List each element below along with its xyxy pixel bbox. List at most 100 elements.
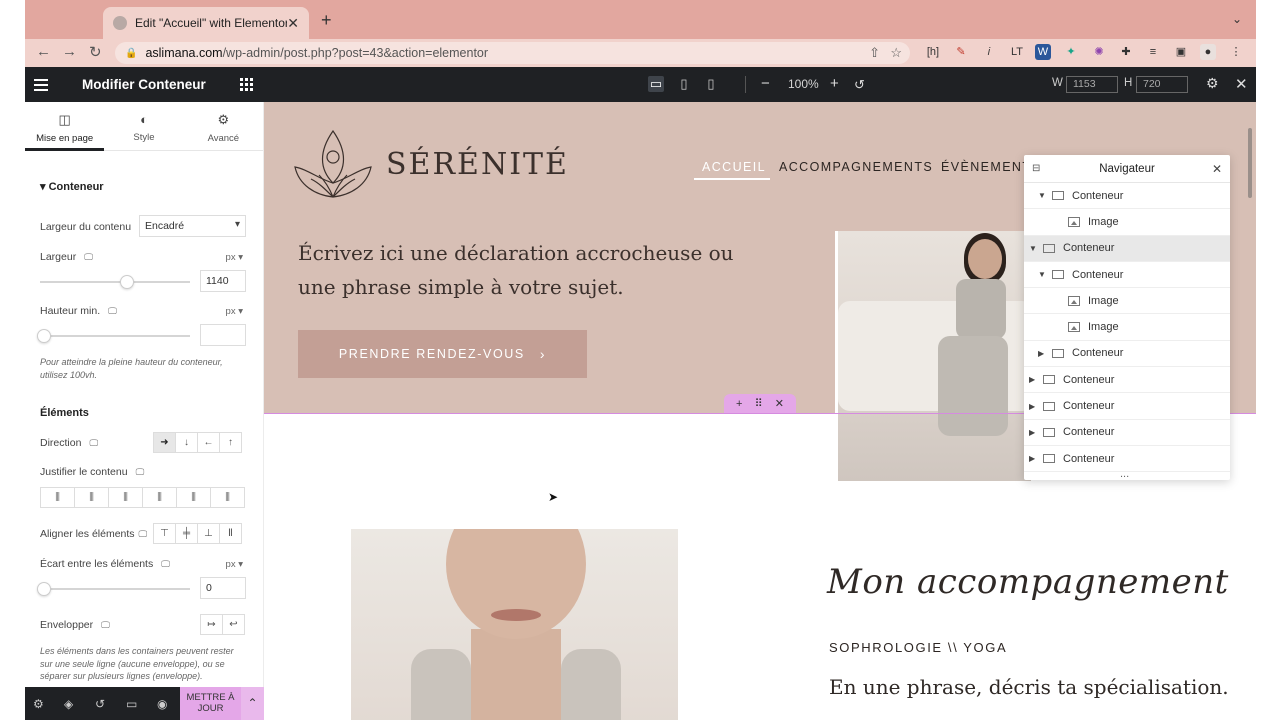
new-tab-icon[interactable]: + (321, 10, 332, 31)
caret-right-icon[interactable]: ▶ (1038, 349, 1048, 358)
update-options-chevron-icon[interactable]: ⌃ (241, 687, 264, 720)
extension-pin-icon[interactable]: ✦ (1063, 44, 1079, 60)
direction-row-icon[interactable]: ➜ (153, 432, 176, 453)
tablet-view-icon[interactable]: ▯ (676, 76, 692, 92)
zoom-out-icon[interactable]: − (761, 75, 770, 92)
update-button[interactable]: METTRE À JOUR (180, 687, 241, 720)
responsive-desktop-icon[interactable]: 🖵 (136, 467, 145, 478)
menu-item-accueil[interactable]: ACCUEIL (702, 160, 766, 174)
share-icon[interactable]: ⇧ (869, 45, 880, 61)
width-unit-select[interactable]: px ▾ (226, 252, 243, 263)
navigator-row[interactable]: ▶ Conteneur (1024, 341, 1230, 368)
responsive-mode-icon[interactable]: ▭ (126, 697, 137, 711)
tab-style[interactable]: ◐ Style (104, 102, 183, 150)
reload-icon[interactable]: ↻ (89, 43, 102, 61)
mobile-view-icon[interactable]: ▯ (703, 76, 719, 92)
no-wrap-icon[interactable]: ↦ (200, 614, 223, 635)
site-brand[interactable]: SÉRÉNITÉ (386, 147, 569, 182)
extensions-puzzle-icon[interactable]: ✚ (1118, 44, 1134, 60)
responsive-desktop-icon[interactable]: 🖵 (89, 438, 98, 449)
gap-number-input[interactable]: 0 (200, 577, 246, 599)
caret-right-icon[interactable]: ▶ (1029, 402, 1039, 411)
extension-color-icon[interactable]: ✺ (1091, 44, 1107, 60)
min-height-slider[interactable] (37, 329, 190, 343)
tab-close-icon[interactable]: ✕ (287, 15, 299, 32)
responsive-desktop-icon[interactable]: 🖵 (108, 306, 117, 317)
portrait-photo[interactable] (351, 529, 678, 720)
direction-row-reverse-icon[interactable]: ← (197, 432, 220, 453)
width-number-input[interactable]: 1140 (200, 270, 246, 292)
caret-right-icon[interactable]: ▶ (1029, 454, 1039, 463)
widgets-grid-icon[interactable] (240, 78, 253, 91)
back-icon[interactable]: ← (36, 43, 51, 60)
gap-slider-handle[interactable] (37, 582, 51, 596)
side-panel-icon[interactable]: ▣ (1173, 44, 1189, 60)
gap-unit-select[interactable]: px ▾ (226, 559, 243, 570)
section-conteneur-toggle[interactable]: ▾ Conteneur (40, 180, 104, 193)
navigator-more-icon[interactable]: ... (1120, 468, 1129, 480)
navigator-row[interactable]: ▼ Conteneur (1024, 183, 1230, 210)
profile-avatar[interactable]: ● (1200, 44, 1216, 60)
navigator-row[interactable]: Image (1024, 209, 1230, 236)
navigator-row[interactable]: ▼ Conteneur (1024, 262, 1230, 289)
reset-zoom-icon[interactable]: ↺ (854, 77, 865, 93)
canvas-scrollbar[interactable] (1248, 128, 1252, 198)
navigator-row[interactable]: ▶ Conteneur (1024, 393, 1230, 420)
content-width-select[interactable]: Encadré (139, 215, 246, 237)
navigator-close-icon[interactable]: ✕ (1212, 155, 1222, 183)
delete-container-icon[interactable]: ✕ (775, 397, 784, 410)
section-script-title[interactable]: Mon accompagnement (827, 562, 1229, 602)
width-slider-handle[interactable] (120, 275, 134, 289)
min-height-slider-handle[interactable] (37, 329, 51, 343)
align-start-icon[interactable]: ⊤ (153, 523, 176, 544)
drag-handle-icon[interactable]: ⠿ (755, 397, 763, 410)
responsive-desktop-icon[interactable]: 🖵 (161, 559, 170, 570)
align-stretch-icon[interactable]: Ⅱ (219, 523, 242, 544)
justify-start-icon[interactable]: ⫼ (40, 487, 75, 508)
min-height-number-input[interactable] (200, 324, 246, 346)
container-handle[interactable]: + ⠿ ✕ (724, 394, 796, 413)
height-input[interactable]: 720 (1136, 76, 1188, 93)
direction-column-reverse-icon[interactable]: ↑ (219, 432, 242, 453)
hero-photo[interactable] (835, 231, 1034, 481)
preview-eye-icon[interactable]: ◉ (157, 697, 167, 711)
caret-down-icon[interactable]: ▼ (1029, 244, 1039, 253)
url-input[interactable]: 🔒 aslimana.com/wp-admin/post.php?post=43… (115, 42, 910, 64)
navigator-row[interactable]: Image (1024, 314, 1230, 341)
browser-menu-icon[interactable]: ⋮ (1228, 44, 1244, 60)
tab-layout[interactable]: ◫ Mise en page (25, 102, 105, 151)
forward-icon[interactable]: → (62, 43, 77, 60)
browser-tab[interactable]: Edit "Accueil" with Elementor ✕ (103, 7, 309, 39)
reading-list-icon[interactable]: ≡ (1145, 44, 1161, 60)
settings-gear-icon[interactable]: ⚙ (1206, 75, 1219, 92)
extension-word-icon[interactable]: W (1035, 44, 1051, 60)
menu-item-evenement[interactable]: ÉVÈNEMENT (941, 160, 1031, 174)
settings-icon[interactable]: ⚙ (33, 697, 44, 711)
responsive-desktop-icon[interactable]: 🖵 (139, 529, 148, 540)
extension-wordpress-icon[interactable]: [h] (925, 44, 941, 60)
wrap-icon[interactable]: ↩ (222, 614, 245, 635)
width-input[interactable]: 1153 (1066, 76, 1118, 93)
history-icon[interactable]: ↺ (95, 697, 105, 711)
gap-slider[interactable] (37, 582, 190, 596)
navigator-row[interactable]: ▼ Conteneur (1024, 235, 1230, 262)
section-subheading[interactable]: SOPHROLOGIE \\ YOGA (829, 640, 1007, 655)
min-height-unit-select[interactable]: px ▾ (226, 306, 243, 317)
responsive-desktop-icon[interactable]: 🖵 (101, 620, 110, 631)
extension-lt-icon[interactable]: LT (1009, 44, 1025, 60)
width-slider[interactable] (40, 275, 190, 289)
caret-down-icon[interactable]: ▼ (1038, 270, 1048, 279)
justify-end-icon[interactable]: ⫼ (108, 487, 143, 508)
hamburger-menu-icon[interactable] (34, 76, 48, 94)
justify-between-icon[interactable]: ⫼ (142, 487, 177, 508)
justify-around-icon[interactable]: ⫼ (176, 487, 211, 508)
add-element-icon[interactable]: + (736, 398, 742, 410)
direction-column-icon[interactable]: ↓ (175, 432, 198, 453)
extension-pen-icon[interactable]: ✎ (953, 44, 969, 60)
section-lead[interactable]: En une phrase, décris ta spécialisation. (829, 675, 1229, 699)
hero-headline[interactable]: Écrivez ici une déclaration accrocheuse … (298, 236, 768, 304)
align-center-icon[interactable]: ╪ (175, 523, 198, 544)
justify-evenly-icon[interactable]: ⫼ (210, 487, 245, 508)
navigator-row[interactable]: ▶ Conteneur (1024, 367, 1230, 394)
justify-center-icon[interactable]: ⫼ (74, 487, 109, 508)
